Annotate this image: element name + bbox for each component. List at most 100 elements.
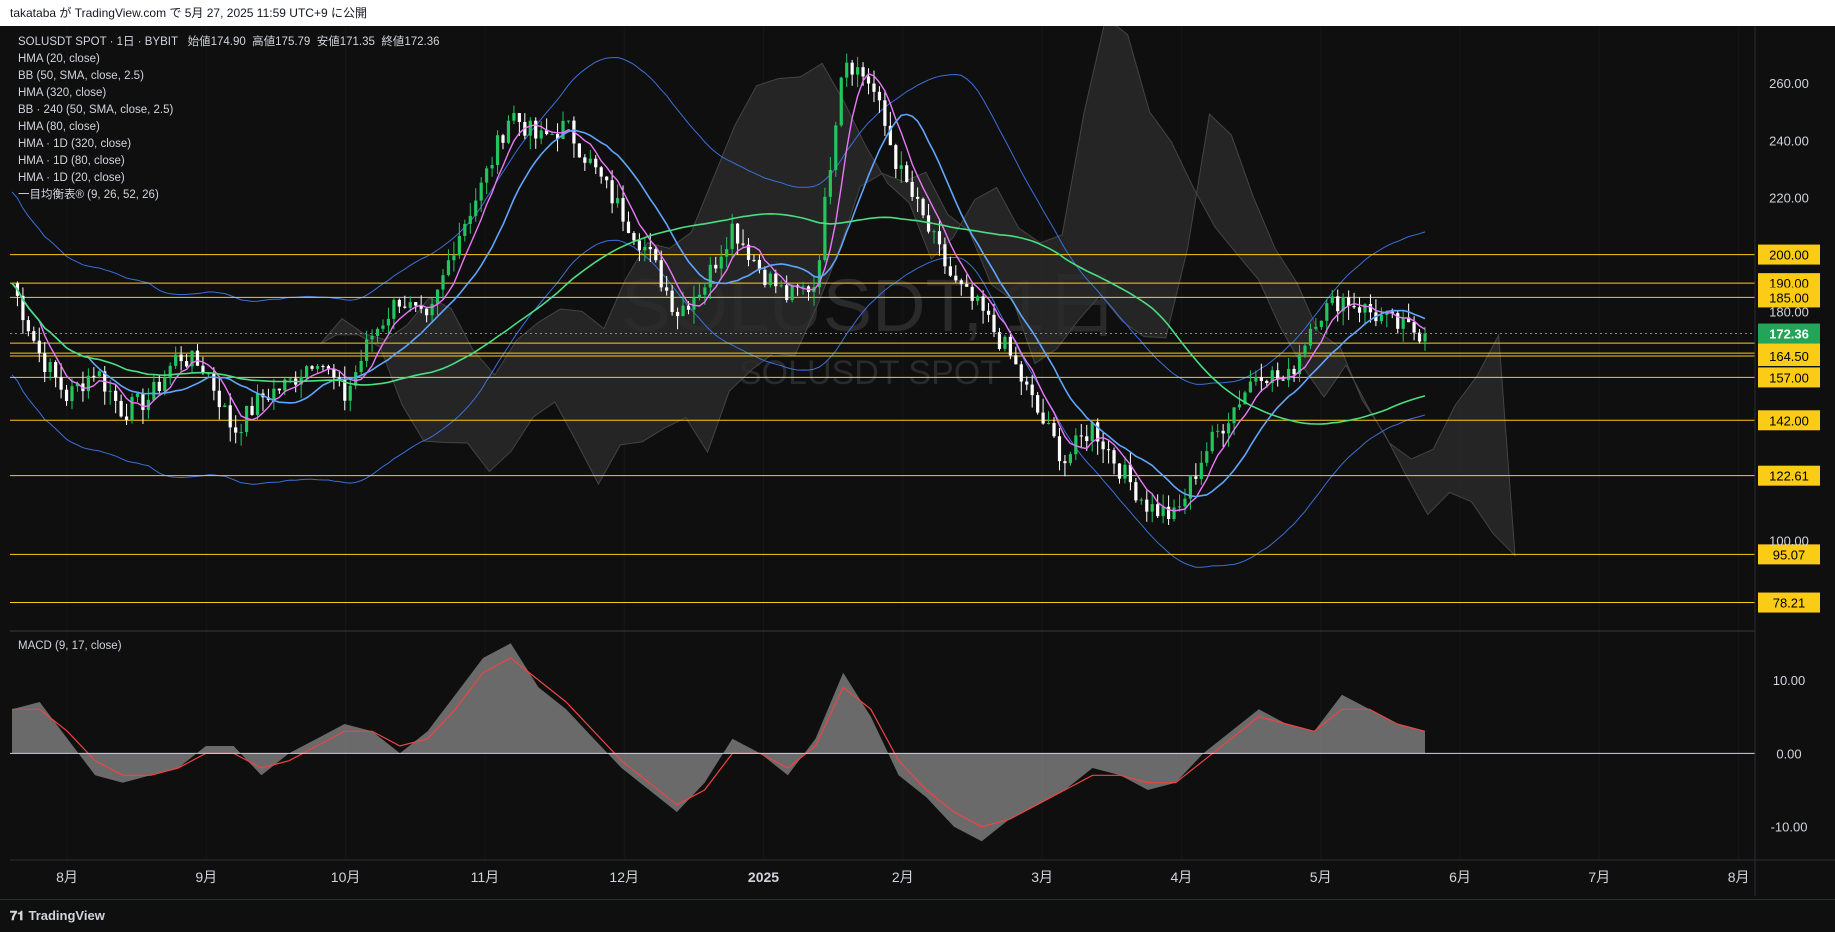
candle-body [834, 125, 838, 171]
indicator-hma1d-20[interactable]: HMA · 1D (20, close) [18, 170, 440, 187]
tradingview-logo[interactable]: 𝟕𝟏 TradingView [10, 908, 105, 924]
legend-close-label: 終値 [381, 36, 405, 48]
candle-body [403, 306, 407, 308]
candle-body [1079, 435, 1083, 437]
indicator-hma20[interactable]: HMA (20, close) [18, 51, 440, 68]
candle-body [1205, 451, 1209, 463]
time-tick: 8月 [1728, 869, 1750, 885]
candle-body [386, 318, 391, 326]
candle-body [883, 100, 887, 126]
candle-body [1265, 380, 1269, 384]
price-tick: 240.00 [1769, 133, 1809, 148]
candle-body [719, 256, 723, 269]
candle-body [212, 373, 216, 391]
candle-body [1248, 381, 1253, 393]
candle-body [490, 165, 494, 169]
candle-body [321, 366, 325, 368]
candle-body [435, 289, 440, 304]
candle-body [779, 285, 783, 287]
candle-body [217, 390, 221, 408]
candle-body [392, 299, 396, 319]
indicator-bb50[interactable]: BB (50, SMA, close, 2.5) [18, 68, 440, 85]
indicator-ichimoku[interactable]: 一目均衡表® (9, 26, 52, 26) [18, 187, 440, 204]
candle-body [1308, 328, 1313, 346]
time-tick: 11月 [471, 869, 500, 885]
tv-logo-icon: 𝟕𝟏 [10, 908, 25, 923]
candle-body [1199, 462, 1203, 479]
candle-body [1319, 320, 1323, 327]
candle-body [1259, 377, 1263, 381]
macd-legend[interactable]: MACD (9, 17, close) [18, 640, 122, 652]
price-tick: 260.00 [1769, 76, 1809, 91]
candle-body [1216, 430, 1220, 432]
candle-body [152, 381, 156, 400]
candle-body [654, 249, 658, 261]
candle-body [1254, 377, 1258, 382]
candle-body [899, 165, 903, 169]
candle-body [174, 354, 178, 366]
current-price-label: 172.36 [1769, 327, 1809, 342]
candle-body [463, 223, 467, 236]
candle-body [114, 390, 118, 401]
candle-body [310, 366, 314, 369]
indicator-hma320[interactable]: HMA (320, close) [18, 85, 440, 102]
candle-body [315, 366, 320, 369]
candle-body [905, 165, 909, 182]
candle-body [692, 297, 696, 310]
level-label: 78.21 [1773, 596, 1806, 611]
legend-symbol[interactable]: SOLUSDT SPOT · 1日 · BYBIT [18, 36, 178, 48]
candle-body [1325, 303, 1329, 321]
candle-body [965, 284, 969, 287]
indicator-hma1d-320[interactable]: HMA · 1D (320, close) [18, 136, 440, 153]
candle-body [288, 378, 292, 380]
candle-body [277, 388, 281, 391]
candle-body [708, 264, 712, 288]
candle-body [234, 427, 238, 433]
candle-body [577, 143, 581, 158]
candle-body [119, 400, 123, 417]
candle-body [512, 113, 516, 121]
candle-body [141, 393, 145, 411]
legend-high-label: 高値 [252, 36, 276, 48]
candle-body [823, 196, 827, 261]
candle-body [752, 259, 756, 261]
candle-body [108, 390, 112, 392]
candle-body [97, 371, 101, 377]
candle-body [130, 396, 134, 421]
candle-body [501, 135, 505, 143]
time-tick: 10月 [331, 869, 361, 885]
indicator-hma80[interactable]: HMA (80, close) [18, 119, 440, 136]
candle-body [184, 361, 189, 367]
indicator-hma1d-80[interactable]: HMA · 1D (80, close) [18, 153, 440, 170]
candle-body [675, 312, 680, 317]
candle-body [1025, 381, 1029, 385]
candle-body [86, 375, 90, 392]
candle-body [528, 120, 532, 136]
candle-body [1314, 326, 1318, 329]
time-tick: 2月 [892, 869, 914, 885]
candle-body [381, 325, 385, 329]
legend-close: 172.36 [404, 36, 440, 48]
indicator-bb240[interactable]: BB · 240 (50, SMA, close, 2.5) [18, 102, 440, 119]
candle-body [37, 340, 41, 354]
candle-body [255, 393, 260, 415]
candle-body [1014, 355, 1018, 365]
candle-body [1019, 364, 1023, 382]
legend-ohlc-row: SOLUSDT SPOT · 1日 · BYBIT 始値174.90 高値175… [18, 34, 440, 51]
candle-body [1423, 333, 1427, 342]
price-tick: 100.00 [1769, 533, 1809, 548]
candle-body [1352, 305, 1356, 308]
candle-body [1101, 441, 1105, 450]
candle-body [1177, 506, 1182, 508]
candle-body [1150, 504, 1154, 512]
candle-body [894, 145, 898, 169]
candle-body [632, 233, 636, 241]
candle-body [1194, 476, 1198, 479]
time-tick: 3月 [1031, 869, 1053, 885]
price-tick: 180.00 [1769, 305, 1809, 320]
candle-body [1336, 296, 1340, 312]
legend-open: 174.90 [210, 36, 246, 48]
time-tick: 5月 [1310, 869, 1332, 885]
candle-body [1330, 296, 1334, 304]
candle-body [1003, 336, 1007, 349]
